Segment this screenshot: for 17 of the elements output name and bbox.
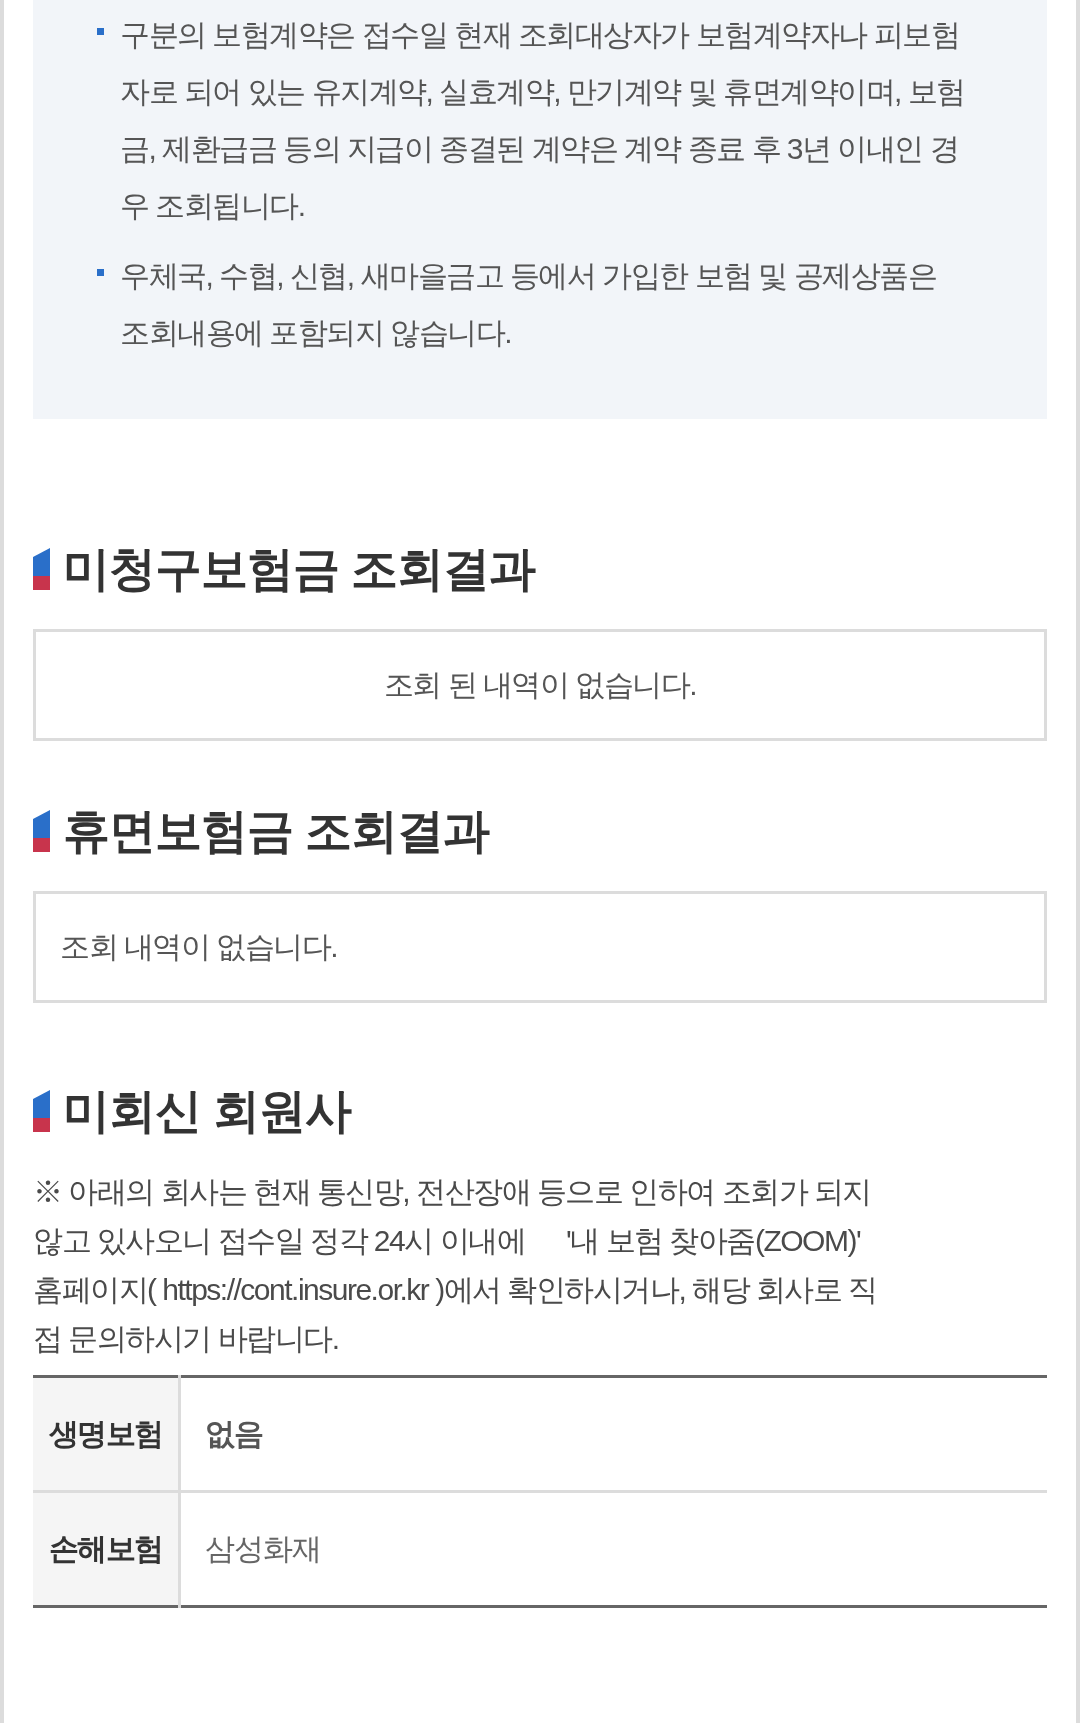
empty-result-message: 조회 내역이 없습니다. [60,930,337,963]
heading-marker-icon [33,1090,50,1132]
section-title: 미회신 회원사 [63,1083,352,1139]
square-bullet-icon [97,28,104,35]
notice-text: 구분의 보험계약은 접수일 현재 조회대상자가 보험계약자나 피보험자로 되어 있는 유지계약, 실효계약, 만기계약 및 휴면계약이며, 보험금, 제환급금 등의 지급이 종결된 계약은 계약 종료 후 3년 이내인 경우 조회됩니다. [120,17,966,224]
section-title: 휴면보험금 조회결과 [63,803,490,859]
table-cell: 없음 [179,1376,1047,1492]
square-bullet-icon [97,269,104,276]
section-title: 미청구보험금 조회결과 [63,541,536,597]
table-cell: 삼성화재 [179,1491,1047,1607]
table-header-cell: 생명보험 [33,1376,180,1492]
heading-marker-icon [33,810,50,852]
heading-marker-icon [33,548,50,590]
notice-paragraph: ※ 아래의 회사는 현재 통신망, 전산장애 등으로 인하여 조회가 되지않고 있사오니 접수일 정각 24시 이내에 '내 보험 찾아줌(ZOOM)' 홈페이지( https://cont.insure.or.kr )에서 확인하시거나, 해당 회사로 직접 문의하시기 바랍니다. [33,1174,878,1357]
table-header-cell: 손해보험 [33,1491,180,1607]
empty-result-message: 조회 된 내역이 없습니다. [383,668,697,701]
notice-text: 우체국, 수협, 신협, 새마을금고 등에서 가입한 보험 및 공제상품은 조회내용에 포함되지 않습니다. [120,258,938,351]
